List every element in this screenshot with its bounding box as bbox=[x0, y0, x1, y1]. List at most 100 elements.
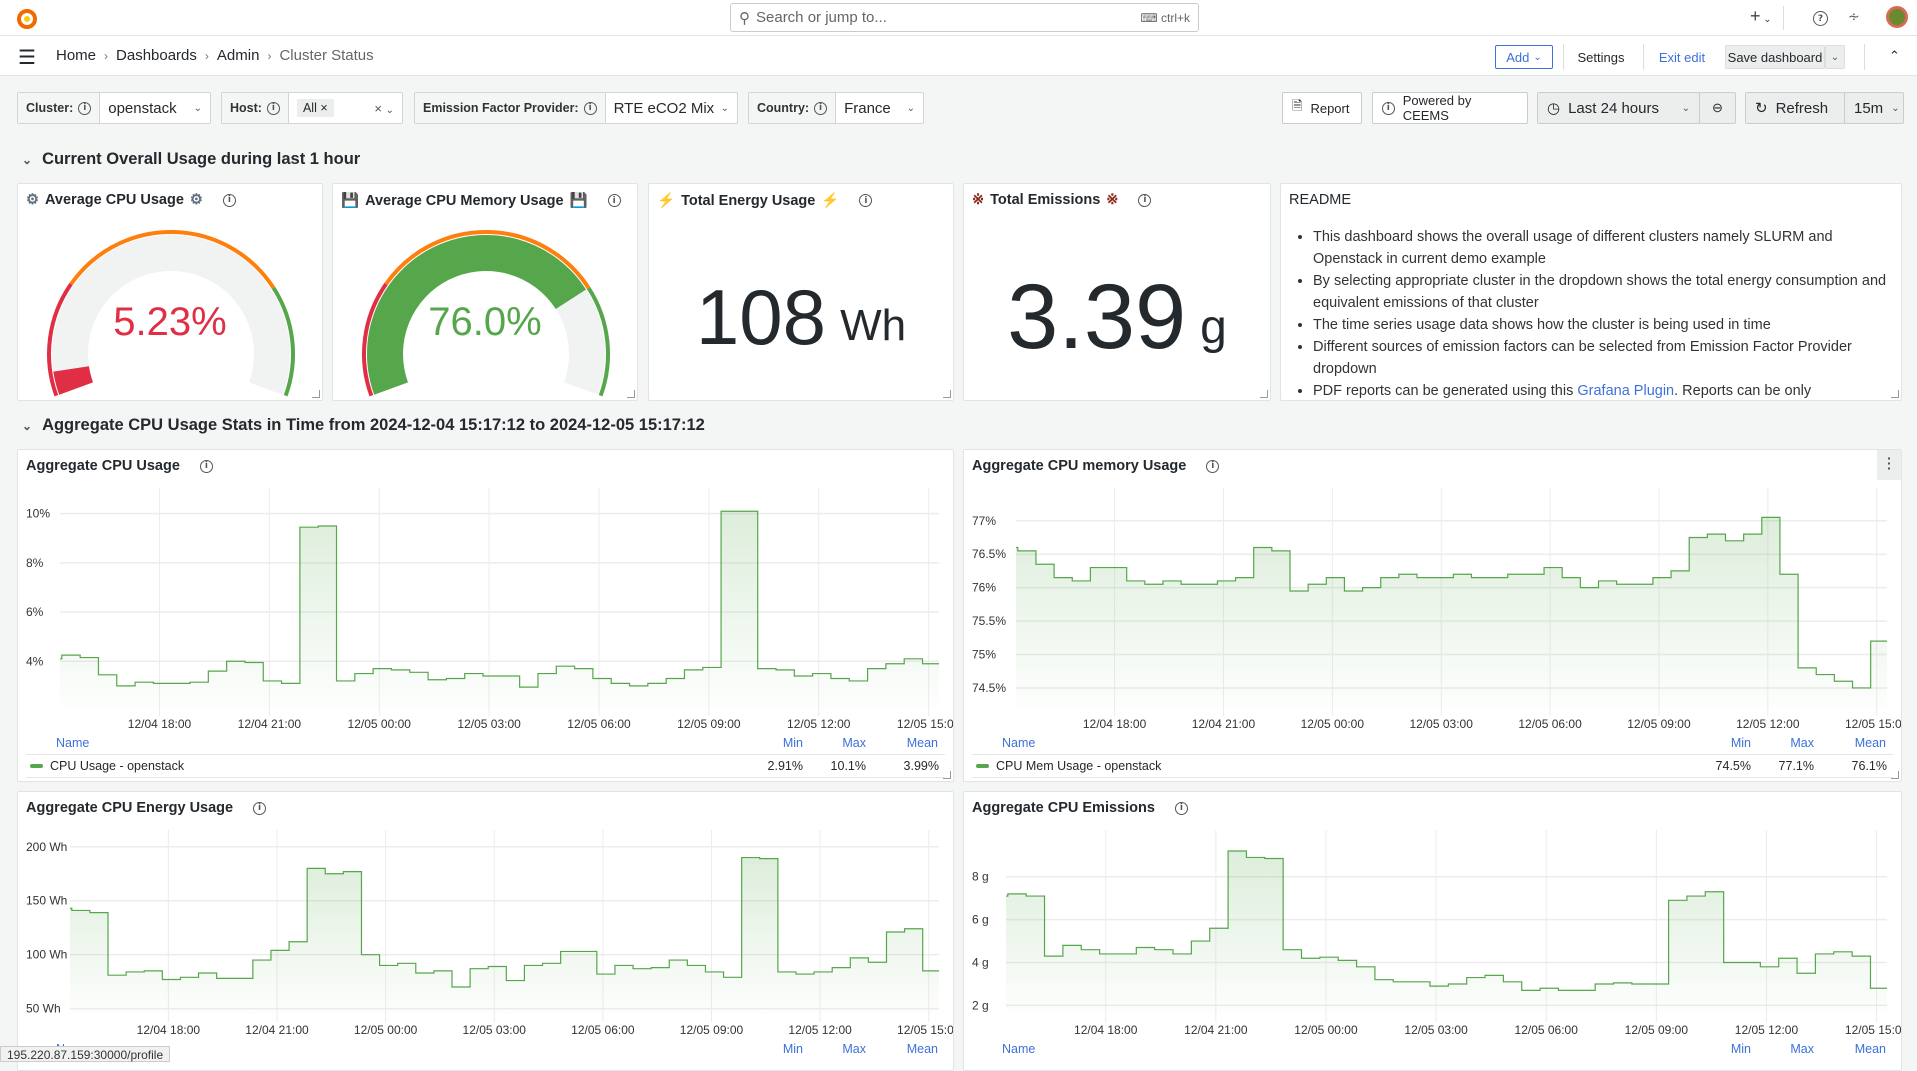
refresh-button[interactable]: ↻ Refresh bbox=[1745, 92, 1845, 124]
section-header-aggregate-stats[interactable]: ⌄ Aggregate CPU Usage Stats in Time from … bbox=[22, 416, 705, 435]
save-options-button[interactable]: ⌄ bbox=[1825, 45, 1845, 69]
legend-header-min[interactable]: Min bbox=[783, 1042, 803, 1056]
info-icon[interactable]: i bbox=[814, 101, 828, 115]
y-tick-label: 100 Wh bbox=[26, 948, 67, 962]
exit-edit-button[interactable]: Exit edit bbox=[1650, 45, 1714, 69]
grafana-plugin-link[interactable]: Grafana Plugin bbox=[1577, 383, 1674, 399]
breadcrumb-dashboards[interactable]: Dashboards bbox=[116, 47, 197, 64]
info-icon[interactable]: i bbox=[583, 101, 597, 115]
menu-icon[interactable]: ☰ bbox=[18, 45, 36, 70]
add-button[interactable]: Add ⌄ bbox=[1495, 45, 1553, 69]
x-tick-label: 12/04 21:00 bbox=[245, 1023, 309, 1037]
x-tick-label: 12/05 00:00 bbox=[1294, 1023, 1358, 1037]
legend-max: 10.1% bbox=[830, 759, 866, 773]
legend-header-mean[interactable]: Mean bbox=[907, 1042, 938, 1056]
search-input[interactable]: ⚲ Search or jump to... ⌨ ctrl+k bbox=[730, 3, 1199, 32]
remove-chip-icon[interactable]: × bbox=[320, 101, 327, 115]
chevron-down-icon: ⌄ bbox=[22, 152, 33, 167]
readme-item: This dashboard shows the overall usage o… bbox=[1313, 226, 1891, 270]
rss-icon[interactable]: ∻ bbox=[1848, 8, 1860, 25]
info-icon[interactable]: i bbox=[266, 101, 280, 115]
y-tick-label: 75% bbox=[972, 648, 996, 662]
chevron-down-icon: ⌄ bbox=[193, 102, 202, 114]
chevron-down-icon: ⌄ bbox=[906, 102, 915, 114]
variable-label: Emission Factor Provider: i bbox=[415, 93, 606, 123]
variable-label: Cluster: i bbox=[18, 93, 101, 123]
legend-row[interactable]: CPU Mem Usage - openstack 74.5% 77.1% 76… bbox=[972, 754, 1893, 778]
legend-min: 2.91% bbox=[767, 759, 803, 773]
x-tick-label: 12/04 18:00 bbox=[137, 1023, 201, 1037]
legend-header-name[interactable]: Name bbox=[1002, 1042, 1035, 1056]
country-select[interactable]: France ⌄ bbox=[836, 93, 923, 123]
legend-row[interactable]: CPU Usage - openstack 2.91% 10.1% 3.99% bbox=[26, 754, 945, 778]
legend-header-mean[interactable]: Mean bbox=[907, 736, 938, 750]
resize-handle[interactable] bbox=[1891, 390, 1899, 398]
info-icon[interactable]: i bbox=[1138, 193, 1152, 207]
breadcrumb: Home › Dashboards › Admin › Cluster Status bbox=[56, 47, 374, 64]
gauge-fill bbox=[53, 365, 94, 395]
lightning-icon: ⚡ bbox=[657, 193, 676, 209]
chart-svg: 50 Wh 100 Wh 150 Wh 200 Wh 12/04 18:00 12/04 … bbox=[26, 830, 953, 1037]
y-tick-label: 6% bbox=[26, 605, 44, 619]
breadcrumb-admin[interactable]: Admin bbox=[217, 47, 260, 64]
collapse-icon[interactable]: ⌃ bbox=[1889, 48, 1900, 64]
save-dashboard-button[interactable]: Save dashboard bbox=[1725, 45, 1825, 69]
resize-handle[interactable] bbox=[312, 390, 320, 398]
series-color-swatch bbox=[976, 764, 989, 768]
info-icon[interactable]: i bbox=[199, 459, 213, 473]
zoom-out-button[interactable]: ⊖ bbox=[1699, 92, 1736, 124]
x-tick-label: 12/04 21:00 bbox=[1192, 717, 1256, 731]
legend-header-mean[interactable]: Mean bbox=[1855, 1042, 1886, 1056]
x-tick-label: 12/05 03:00 bbox=[457, 717, 521, 731]
legend-header-mean[interactable]: Mean bbox=[1855, 736, 1886, 750]
y-tick-label: 75.5% bbox=[972, 614, 1006, 628]
panel-aggregate-memory-usage: Aggregate CPU memory Usage i ⋮ 74.5% 75% 75… bbox=[963, 449, 1902, 782]
emission-provider-select[interactable]: RTE eCO2 Mix ⌄ bbox=[606, 93, 737, 123]
panel-menu-icon[interactable]: ⋮ bbox=[1877, 450, 1901, 480]
breadcrumb-home[interactable]: Home bbox=[56, 47, 96, 64]
info-icon[interactable]: i bbox=[1206, 459, 1220, 473]
resize-handle[interactable] bbox=[1891, 771, 1899, 779]
legend-header-min[interactable]: Min bbox=[1731, 1042, 1751, 1056]
host-select[interactable]: All × × ⌄ bbox=[289, 93, 402, 123]
powered-by-button[interactable]: i Powered by CEEMS bbox=[1372, 92, 1528, 124]
keyboard-icon: ⌨ bbox=[1140, 10, 1161, 25]
divider bbox=[1864, 44, 1865, 70]
grafana-logo-icon[interactable] bbox=[16, 6, 38, 30]
legend-header-name[interactable]: Name bbox=[56, 736, 89, 750]
legend-header-min[interactable]: Min bbox=[783, 736, 803, 750]
divider bbox=[1643, 44, 1644, 70]
info-icon[interactable]: i bbox=[859, 194, 873, 207]
info-icon[interactable]: i bbox=[78, 101, 92, 115]
time-range-picker[interactable]: ◷ Last 24 hours ⌄ bbox=[1537, 92, 1700, 124]
legend-header-max[interactable]: Max bbox=[842, 736, 866, 750]
settings-button[interactable]: Settings bbox=[1570, 45, 1632, 69]
legend-header-max[interactable]: Max bbox=[1790, 736, 1814, 750]
info-icon[interactable]: i bbox=[253, 801, 267, 815]
section-header-current-usage[interactable]: ⌄ Current Overall Usage during last 1 hou… bbox=[22, 150, 360, 169]
plus-icon[interactable]: + ⌄ bbox=[1750, 6, 1772, 27]
chevron-down-icon: ⌄ bbox=[1891, 102, 1900, 114]
resize-handle[interactable] bbox=[943, 390, 951, 398]
legend-header-max[interactable]: Max bbox=[1790, 1042, 1814, 1056]
legend-header-max[interactable]: Max bbox=[842, 1042, 866, 1056]
emissions-value: 3.39 bbox=[1007, 265, 1187, 368]
legend-header-min[interactable]: Min bbox=[1731, 736, 1751, 750]
report-button[interactable]: 🗎 Report bbox=[1282, 92, 1362, 124]
legend-series-name: CPU Mem Usage - openstack bbox=[996, 759, 1162, 773]
legend-header-name[interactable]: Name bbox=[1002, 736, 1035, 750]
x-tick-label: 12/05 09:00 bbox=[1625, 1023, 1689, 1037]
help-icon[interactable]: ? bbox=[1813, 11, 1828, 26]
cluster-select[interactable]: openstack ⌄ bbox=[100, 93, 210, 123]
info-icon[interactable]: i bbox=[1174, 801, 1188, 815]
clear-icon[interactable]: × bbox=[374, 101, 382, 116]
zoom-out-icon: ⊖ bbox=[1712, 100, 1723, 115]
resize-handle[interactable] bbox=[1260, 390, 1268, 398]
chart-svg: 2 g 4 g 6 g 8 g 12/04 18:00 12/04 21:00 12/05 … bbox=[972, 830, 1901, 1037]
avatar[interactable] bbox=[1886, 6, 1908, 28]
info-icon: i bbox=[1382, 101, 1395, 115]
refresh-interval-select[interactable]: 15m ⌄ bbox=[1844, 92, 1904, 124]
resize-handle[interactable] bbox=[943, 771, 951, 779]
resize-handle[interactable] bbox=[627, 390, 635, 398]
x-tick-label: 12/05 00:00 bbox=[348, 717, 412, 731]
